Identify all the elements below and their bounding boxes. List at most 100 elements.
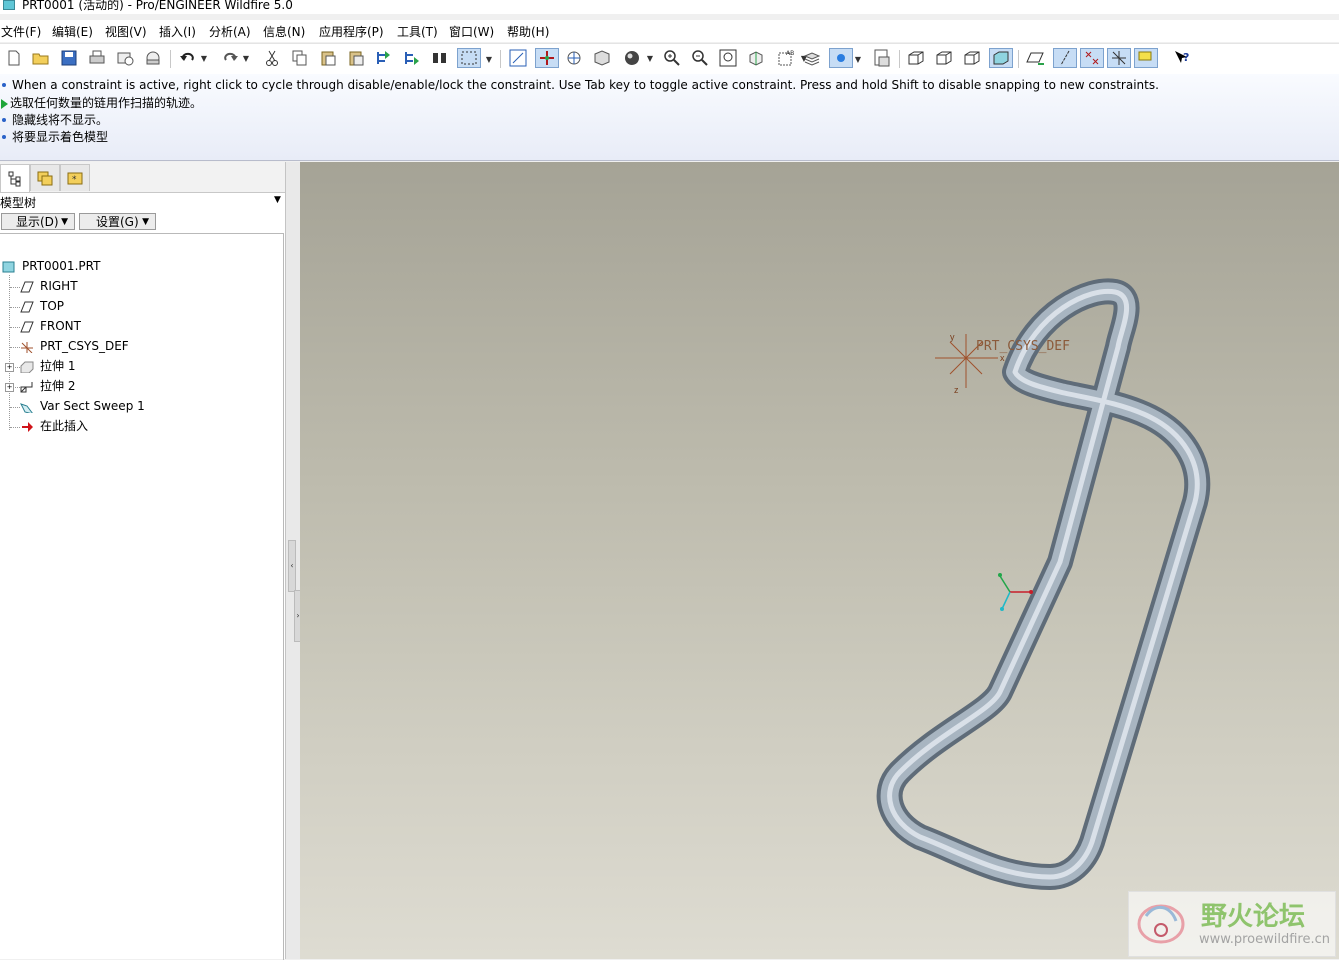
paste-special-icon[interactable] <box>346 48 366 68</box>
favorites-icon: * <box>67 172 83 185</box>
tree-item-top[interactable]: TOP <box>20 297 64 315</box>
saved-view-list-icon[interactable]: AB ▼ <box>774 48 807 68</box>
show-button[interactable]: 显示(D) ▼ <box>1 213 75 230</box>
insert-here-arrow-icon <box>22 421 33 432</box>
tree-item-right[interactable]: RIGHT <box>20 277 78 295</box>
annotation-display-icon[interactable] <box>1134 48 1158 68</box>
csys-label: PRT_CSYS_DEF <box>976 339 1070 354</box>
coordinate-systems-icon[interactable] <box>1107 48 1131 68</box>
navigator-tabs: * <box>0 162 285 193</box>
datum-axes-icon[interactable] <box>1053 48 1077 68</box>
tree-item-part[interactable]: PRT0001.PRT <box>2 257 100 275</box>
folder-browser-icon <box>37 171 53 186</box>
tree-item-front[interactable]: FRONT <box>20 317 81 335</box>
regen-manager-icon[interactable] <box>402 48 422 68</box>
menu-file[interactable]: 文件(F) <box>1 23 41 40</box>
tree-item-extrude-2[interactable]: 拉伸 2 <box>20 377 75 395</box>
watermark: 野火论坛 www.proewildfire.cn <box>1128 891 1336 957</box>
orient-mode-icon[interactable] <box>564 48 584 68</box>
panel-splitter[interactable]: ‹ › <box>285 162 302 959</box>
print-icon[interactable] <box>87 48 107 68</box>
forum-logo-icon <box>1137 904 1185 944</box>
message-line: 将要显示着色模型 <box>0 128 108 144</box>
menu-info[interactable]: 信息(N) <box>263 23 305 40</box>
panel-title: 模型树 <box>0 196 37 210</box>
part-icon <box>2 261 15 272</box>
paste-icon[interactable] <box>318 48 338 68</box>
graphics-window[interactable]: y x z PRT_CSYS_DEF <box>300 162 1339 959</box>
copy-icon[interactable] <box>290 48 310 68</box>
datum-plane-icon <box>20 281 34 292</box>
window-title: PRT0001 (活动的) - Pro/ENGINEER Wildfire 5.… <box>22 0 293 12</box>
save-icon[interactable] <box>59 48 79 68</box>
prompt-arrow-icon <box>1 98 8 109</box>
menu-analysis[interactable]: 分析(A) <box>209 23 251 40</box>
menu-tools[interactable]: 工具(T) <box>397 23 438 40</box>
view-manager-icon[interactable] <box>872 48 892 68</box>
repaint-icon[interactable] <box>508 48 528 68</box>
var-sect-sweep-icon <box>20 402 33 413</box>
no-hidden-icon[interactable] <box>962 48 982 68</box>
info-bullet-icon <box>2 117 6 122</box>
zoom-out-icon[interactable] <box>690 48 710 68</box>
menu-window[interactable]: 窗口(W) <box>449 23 494 40</box>
selection-box-icon[interactable]: ▼ <box>457 48 492 68</box>
datum-plane-icon <box>20 321 34 332</box>
refit-icon[interactable] <box>718 48 738 68</box>
cut-icon[interactable] <box>262 48 282 68</box>
datum-points-icon[interactable] <box>1080 48 1104 68</box>
datum-planes-icon[interactable] <box>1026 48 1046 68</box>
panel-dropdown-icon[interactable]: ▼ <box>274 195 281 205</box>
wireframe-icon[interactable] <box>906 48 926 68</box>
undo-icon[interactable]: ▼ <box>178 48 207 68</box>
watermark-title: 野火论坛 <box>1201 902 1306 932</box>
email-icon[interactable] <box>115 48 135 68</box>
svg-text:z: z <box>954 385 959 395</box>
regenerate-icon[interactable] <box>374 48 394 68</box>
svg-text:AB: AB <box>786 50 794 57</box>
menu-view[interactable]: 视图(V) <box>105 23 147 40</box>
new-icon[interactable] <box>4 48 24 68</box>
spin-center-icon[interactable] <box>535 48 559 68</box>
tree-item-csys[interactable]: PRT_CSYS_DEF <box>20 337 129 355</box>
model-render: y x z PRT_CSYS_DEF <box>876 278 1211 890</box>
svg-text:?: ? <box>1183 51 1189 64</box>
zoom-in-icon[interactable] <box>662 48 682 68</box>
tree-item-var-sect-sweep[interactable]: Var Sect Sweep 1 <box>20 397 145 415</box>
settings-button[interactable]: 设置(G) ▼ <box>79 213 156 230</box>
message-area: When a constraint is active, right click… <box>0 74 1339 161</box>
context-help-icon[interactable]: ? <box>1172 48 1192 68</box>
tab-favorites[interactable]: * <box>60 164 90 191</box>
email-link-icon[interactable] <box>143 48 163 68</box>
expand-toggle[interactable]: + <box>5 363 14 372</box>
menu-insert[interactable]: 插入(I) <box>159 23 196 40</box>
datum-plane-icon <box>20 301 34 312</box>
open-icon[interactable] <box>31 48 51 68</box>
tab-folder-browser[interactable] <box>30 164 60 191</box>
hidden-line-icon[interactable] <box>934 48 954 68</box>
collapse-left-icon[interactable]: ‹ <box>288 540 296 592</box>
appearance-icon[interactable]: ▼ <box>829 48 861 68</box>
expand-toggle[interactable]: + <box>5 383 14 392</box>
title-bar: PRT0001 (活动的) - Pro/ENGINEER Wildfire 5.… <box>0 0 1339 14</box>
menu-edit[interactable]: 编辑(E) <box>52 23 93 40</box>
shading-mode-icon[interactable] <box>989 48 1013 68</box>
tree-item-insert-here[interactable]: 在此插入 <box>20 417 88 435</box>
saved-views-icon[interactable] <box>592 48 612 68</box>
shading-icon[interactable]: ▼ <box>620 48 653 68</box>
redo-icon[interactable]: ▼ <box>220 48 249 68</box>
find-icon[interactable] <box>430 48 450 68</box>
info-bullet-icon <box>2 82 6 87</box>
menu-applications[interactable]: 应用程序(P) <box>319 23 384 40</box>
menu-help[interactable]: 帮助(H) <box>507 23 549 40</box>
svg-text:y: y <box>950 332 955 342</box>
svg-text:*: * <box>72 175 77 185</box>
info-bullet-icon <box>2 134 6 139</box>
reorient-icon[interactable] <box>746 48 766 68</box>
chevron-down-icon: ▼ <box>142 217 149 227</box>
tree-item-extrude-1[interactable]: 拉伸 1 <box>20 357 75 375</box>
model-tree-icon <box>8 171 21 186</box>
svg-text:x: x <box>1000 353 1005 363</box>
layers-icon[interactable] <box>802 48 822 68</box>
tab-model-tree[interactable] <box>0 164 30 192</box>
